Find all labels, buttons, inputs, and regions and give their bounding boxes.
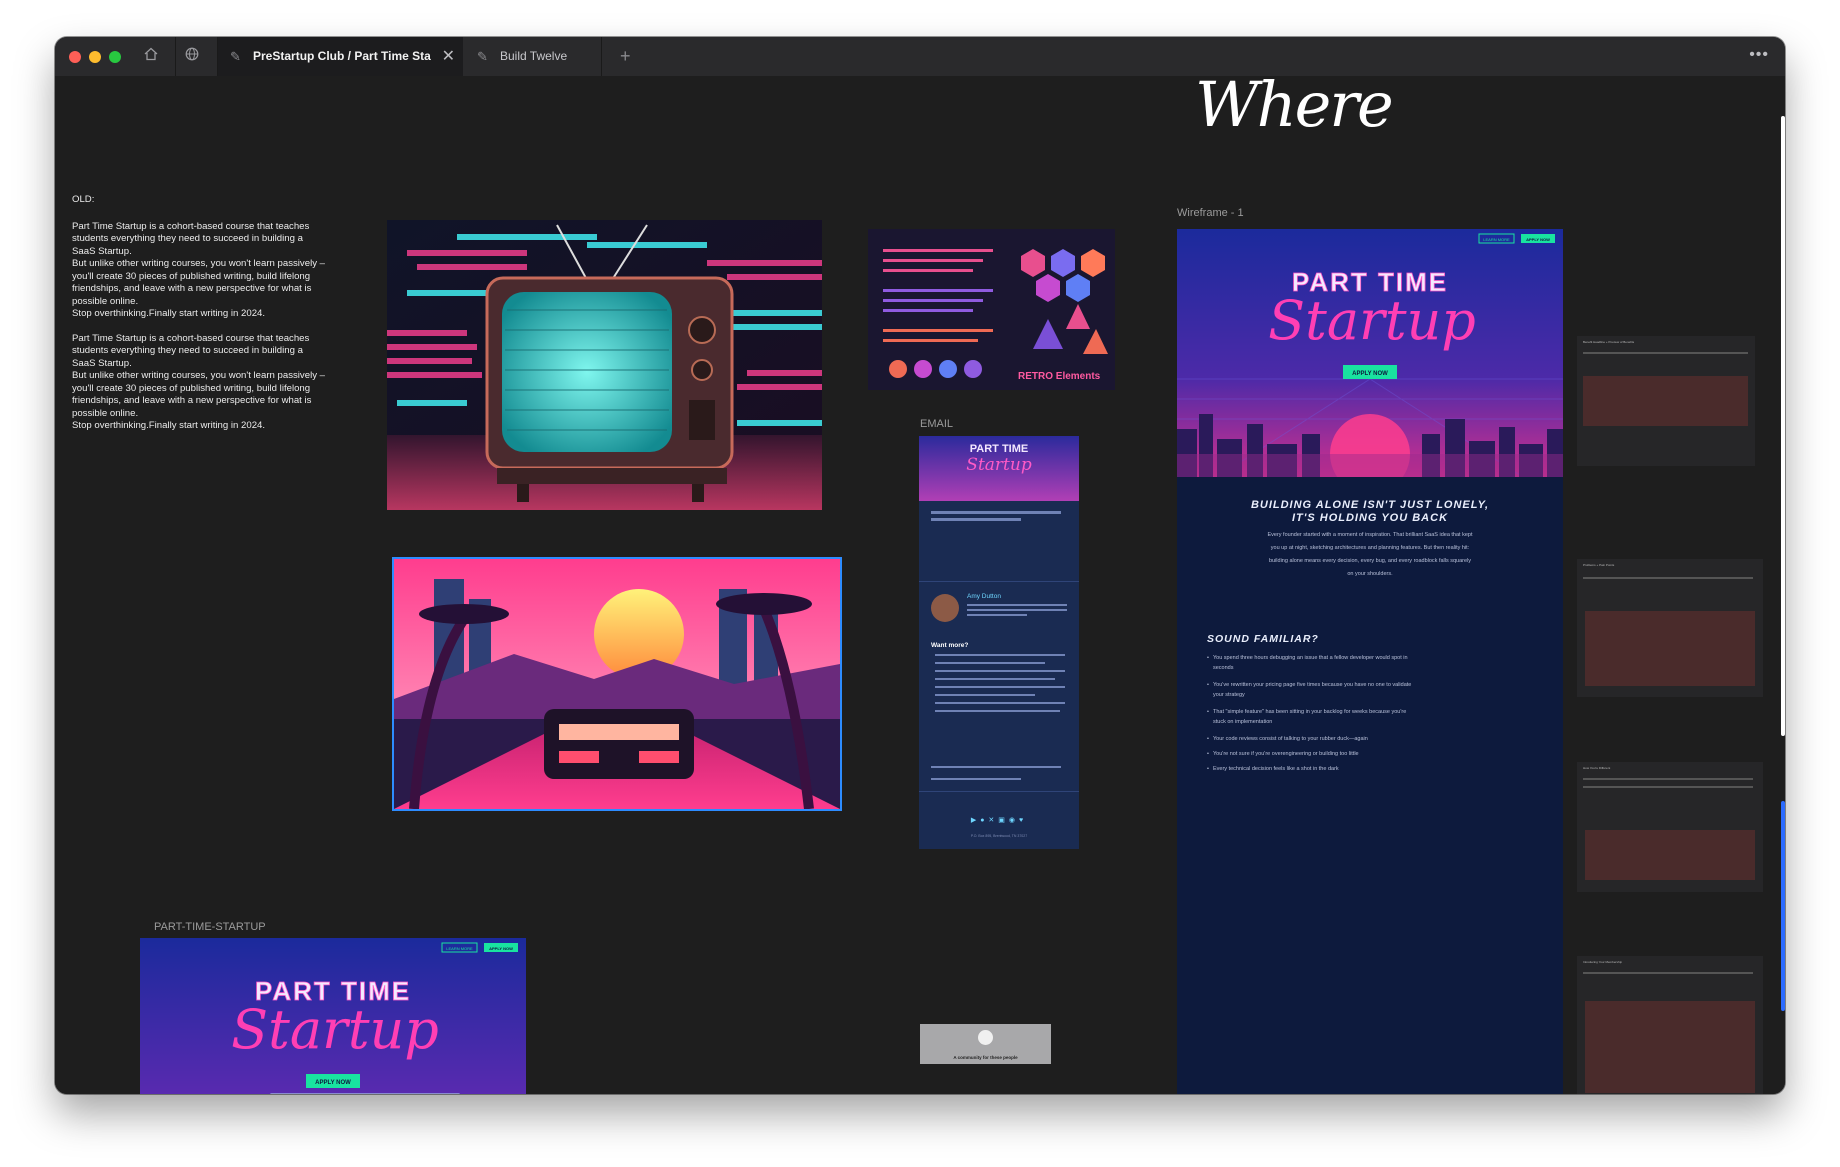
wireframe-bullet: Your code reviews consist of talking to … xyxy=(1207,734,1413,744)
heading-fragment: Where xyxy=(1195,68,1394,141)
wireframe-bullet: That "simple feature" has been sitting i… xyxy=(1207,707,1413,727)
wireframe-frame-label: Wireframe - 1 xyxy=(1177,207,1244,219)
svg-text:LEARN MORE: LEARN MORE xyxy=(446,946,473,951)
home-icon[interactable] xyxy=(140,46,162,68)
email-frame[interactable]: PART TIME Startup Amy Dutton Want more? xyxy=(919,436,1079,849)
tab-favicon-icon: ✎ xyxy=(477,49,488,64)
tab-label: Build Twelve xyxy=(500,49,568,63)
title-bar: ✎ PreStartup Club / Part Time Start ✕ ✎ … xyxy=(55,37,1785,77)
globe-icon[interactable] xyxy=(181,46,203,68)
scroll-thumb[interactable] xyxy=(1781,801,1785,1011)
part-time-startup-frame-label: PART-TIME-STARTUP xyxy=(154,921,266,933)
side-note-membership[interactable]: Introducing Your Membership xyxy=(1577,956,1763,1094)
notes-line: Stop overthinking.Finally start writing … xyxy=(72,308,266,319)
vertical-scrollbar[interactable] xyxy=(1781,116,1785,736)
social-icons: ▶●✕▣◉♥ xyxy=(970,817,1028,824)
old-copy-notes[interactable]: OLD: Part Time Startup is a cohort-based… xyxy=(72,194,327,433)
side-note-problems[interactable]: Problems + Pain Points xyxy=(1577,559,1763,697)
minimize-window-button[interactable] xyxy=(89,51,101,63)
tab-label: PreStartup Club / Part Time Start xyxy=(253,49,431,63)
retro-elements-image[interactable]: RETRO Elements xyxy=(868,229,1115,390)
wireframe-headline-1: BUILDING ALONE ISN'T JUST LONELY, xyxy=(1250,499,1490,511)
svg-text:APPLY NOW: APPLY NOW xyxy=(489,946,513,951)
wireframe-hero-script: Startup xyxy=(1268,289,1476,352)
side-note-different[interactable]: How You're Different xyxy=(1577,762,1763,892)
wireframe-bullet: You're not sure if you're overengineerin… xyxy=(1207,749,1413,759)
retro-elements-caption: RETRO Elements xyxy=(1018,371,1101,382)
side-note-benefits[interactable]: Benefit Headline + Preview of Benefits xyxy=(1577,336,1755,466)
wireframe-headline-2: IT'S HOLDING YOU BACK xyxy=(1291,512,1449,524)
wireframe-bullet: You spend three hours debugging an issue… xyxy=(1207,653,1413,673)
close-window-button[interactable] xyxy=(69,51,81,63)
tab-prestartup-club[interactable]: ✎ PreStartup Club / Part Time Start ✕ xyxy=(218,37,463,76)
email-frame-label: EMAIL xyxy=(920,418,954,430)
svg-text:Startup: Startup xyxy=(231,998,439,1061)
notes-line: But unlike other writing courses, you wo… xyxy=(72,258,325,307)
wireframe-bullet: Every technical decision feels like a sh… xyxy=(1207,764,1413,774)
browser-window: ✎ PreStartup Club / Part Time Start ✕ ✎ … xyxy=(55,37,1785,1094)
new-tab-button[interactable]: + xyxy=(620,37,631,76)
avatar xyxy=(931,594,959,622)
notes-line: Stop overthinking.Finally start writing … xyxy=(72,420,266,431)
notes-line: But unlike other writing courses, you wo… xyxy=(72,370,325,419)
email-want-more: Want more? xyxy=(931,642,969,649)
notes-line: Part Time Startup is a cohort-based cour… xyxy=(72,332,310,369)
part-time-startup-frame[interactable]: LEARN MORE APPLY NOW PART TIME Startup A… xyxy=(140,938,526,1094)
wireframe-sound-familiar: SOUND FAMILIAR? xyxy=(1207,633,1319,645)
notes-line: Part Time Startup is a cohort-based cour… xyxy=(72,220,310,257)
more-options-icon[interactable]: ••• xyxy=(1749,37,1769,76)
design-canvas[interactable]: Where OLD: Part Time Startup is a cohort… xyxy=(55,68,1785,1094)
close-tab-icon[interactable]: ✕ xyxy=(442,37,455,76)
notes-label: OLD: xyxy=(72,194,95,205)
wireframe-nav-learn: LEARN MORE xyxy=(1483,237,1510,242)
svg-text:Startup: Startup xyxy=(966,455,1032,475)
retro-car-image[interactable] xyxy=(392,557,842,811)
wireframe-nav-apply: APPLY NOW xyxy=(1526,237,1550,242)
svg-text:APPLY NOW: APPLY NOW xyxy=(1352,371,1388,377)
retro-tv-image[interactable] xyxy=(387,220,822,510)
community-thumbnail[interactable]: A community for these people xyxy=(920,1024,1051,1064)
wireframe-bullet: You've rewritten your pricing page five … xyxy=(1207,680,1413,700)
thumbnail-caption: A community for these people xyxy=(953,1055,1018,1060)
svg-text:PART TIME: PART TIME xyxy=(970,443,1028,455)
tab-build-twelve[interactable]: ✎ Build Twelve xyxy=(465,37,600,76)
wireframe-body: Every founder started with a moment of i… xyxy=(1267,532,1473,577)
svg-text:APPLY NOW: APPLY NOW xyxy=(315,1080,351,1086)
tab-favicon-icon: ✎ xyxy=(230,49,241,64)
email-author-name: Amy Dutton xyxy=(967,593,1001,600)
wireframe-frame[interactable]: LEARN MORE APPLY NOW PART TIME Startup A… xyxy=(1177,229,1563,1094)
email-footer-address: P.O. Box 895, Brentwood, TN 37027 xyxy=(970,834,1028,838)
zoom-window-button[interactable] xyxy=(109,51,121,63)
